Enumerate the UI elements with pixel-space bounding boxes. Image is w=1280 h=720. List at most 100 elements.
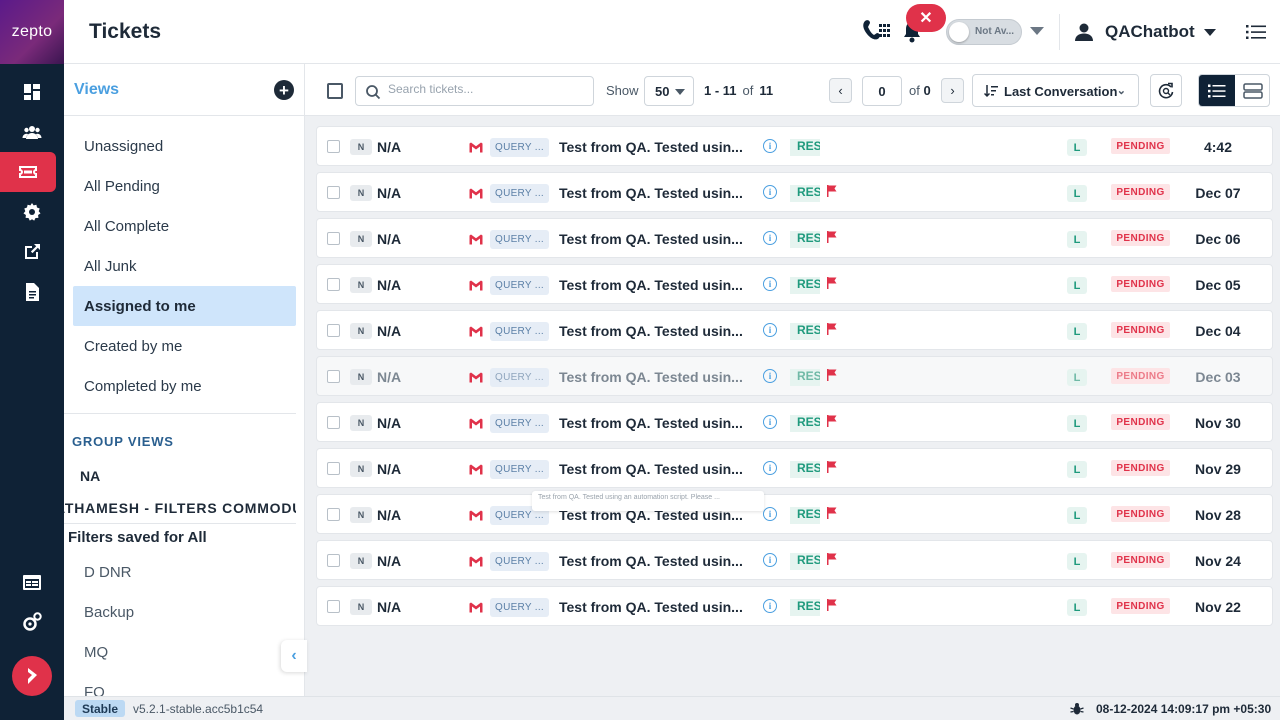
- table-row[interactable]: N N/A QUERY ... Test from QA. Tested usin..…: [316, 264, 1273, 304]
- calendar-icon[interactable]: [0, 562, 64, 602]
- users-icon[interactable]: [0, 112, 64, 152]
- ticket-subject[interactable]: Test from QA. Tested usin...: [559, 277, 743, 293]
- availability-toggle[interactable]: Not Av...: [946, 19, 1022, 45]
- brand-logo[interactable]: zepto: [0, 0, 64, 64]
- user-name[interactable]: QAChatbot: [1105, 22, 1195, 42]
- list-menu-icon[interactable]: [1246, 24, 1266, 45]
- next-page-button[interactable]: ›: [941, 78, 964, 103]
- info-icon[interactable]: i: [763, 231, 777, 245]
- row-checkbox[interactable]: [327, 462, 340, 475]
- ticket-subject[interactable]: Test from QA. Tested usin...: [559, 553, 743, 569]
- close-icon[interactable]: ✕: [906, 4, 946, 32]
- gmail-icon: [469, 232, 483, 250]
- row-checkbox[interactable]: [327, 186, 340, 199]
- row-checkbox[interactable]: [327, 232, 340, 245]
- collapse-sidebar-button[interactable]: ‹: [281, 640, 307, 672]
- info-icon[interactable]: i: [763, 461, 777, 475]
- dashboard-icon[interactable]: [0, 72, 64, 112]
- view-item-unassigned[interactable]: Unassigned: [73, 126, 296, 166]
- table-row[interactable]: N N/A QUERY ... Test from QA. Tested usin..…: [316, 310, 1273, 350]
- view-item-all-junk[interactable]: All Junk: [73, 246, 296, 286]
- group-view-filter-label: PRATHAMESH - FILTERS COMMODUI: [64, 500, 296, 516]
- divider: [64, 413, 296, 414]
- select-all-checkbox[interactable]: [327, 83, 343, 99]
- info-icon[interactable]: i: [763, 323, 777, 337]
- app-logo-icon[interactable]: [12, 656, 52, 696]
- phone-dialpad-icon[interactable]: [862, 18, 892, 51]
- tickets-icon[interactable]: [0, 152, 56, 192]
- of-label: of: [742, 83, 754, 98]
- ticket-subject[interactable]: Test from QA. Tested usin...: [559, 231, 743, 247]
- table-row[interactable]: N N/A QUERY ... Test from QA. Tested usin..…: [316, 172, 1273, 212]
- list-view-button[interactable]: [1199, 75, 1235, 106]
- info-icon[interactable]: i: [763, 415, 777, 429]
- saved-filter-item[interactable]: FQ: [84, 684, 105, 696]
- page-size-select[interactable]: 50: [644, 76, 694, 106]
- view-item-assigned-to-me[interactable]: Assigned to me: [73, 286, 296, 326]
- flag-icon: [827, 506, 837, 524]
- external-link-icon[interactable]: [0, 232, 64, 272]
- flag-icon: [827, 276, 837, 294]
- page-of: of 0: [909, 83, 931, 98]
- row-checkbox[interactable]: [327, 140, 340, 153]
- info-icon[interactable]: i: [763, 553, 777, 567]
- saved-filter-item[interactable]: Backup: [84, 604, 134, 621]
- table-row[interactable]: N N/A QUERY ... Test from QA. Tested usin..…: [316, 356, 1273, 396]
- group-view-filter[interactable]: PRATHAMESH - FILTERS COMMODUI: [64, 500, 296, 516]
- table-row[interactable]: N N/A QUERY ... Test from QA. Tested usin..…: [316, 448, 1273, 488]
- status-short-badge: RES: [790, 185, 820, 202]
- row-checkbox[interactable]: [327, 278, 340, 291]
- requester-name: N/A: [377, 599, 402, 615]
- settings-icon[interactable]: [0, 192, 64, 232]
- prev-page-button[interactable]: ‹: [829, 78, 852, 103]
- page-number-input[interactable]: 0: [862, 76, 902, 106]
- table-row[interactable]: N N/A QUERY ... Test from QA. Tested usin..…: [316, 494, 1273, 534]
- row-checkbox[interactable]: [327, 554, 340, 567]
- saved-filter-item[interactable]: D DNR: [84, 564, 132, 581]
- ticket-subject[interactable]: Test from QA. Tested usin...: [559, 461, 743, 477]
- add-view-button[interactable]: +: [274, 80, 294, 100]
- view-item-completed-by-me[interactable]: Completed by me: [73, 366, 296, 406]
- view-item-all-complete[interactable]: All Complete: [73, 206, 296, 246]
- ticket-subject[interactable]: Test from QA. Tested usin...: [559, 369, 743, 385]
- row-checkbox[interactable]: [327, 508, 340, 521]
- ticket-subject[interactable]: Test from QA. Tested usin...: [559, 139, 743, 155]
- info-icon[interactable]: i: [763, 507, 777, 521]
- row-checkbox[interactable]: [327, 324, 340, 337]
- info-icon[interactable]: i: [763, 277, 777, 291]
- status-badge: PENDING: [1111, 598, 1170, 614]
- info-icon[interactable]: i: [763, 599, 777, 613]
- table-row[interactable]: N N/A QUERY ... Test from QA. Tested usin..…: [316, 126, 1273, 166]
- user-menu-chevron-icon[interactable]: [1204, 29, 1216, 36]
- ticket-subject[interactable]: Test from QA. Tested usin...: [559, 323, 743, 339]
- config-icon[interactable]: [0, 602, 64, 642]
- filters-saved-title: Filters saved for All: [68, 529, 207, 546]
- table-row[interactable]: N N/A QUERY ... Test from QA. Tested usin..…: [316, 540, 1273, 580]
- table-row[interactable]: N N/A QUERY ... Test from QA. Tested usin..…: [316, 402, 1273, 442]
- ticket-subject[interactable]: Test from QA. Tested usin...: [559, 415, 743, 431]
- bug-icon[interactable]: [1070, 702, 1084, 720]
- subject-tooltip: Test from QA. Tested using an automation…: [532, 491, 764, 511]
- saved-filter-item[interactable]: MQ: [84, 644, 108, 661]
- sort-dropdown[interactable]: Last Conversation ⌄: [972, 74, 1139, 107]
- document-icon[interactable]: [0, 272, 64, 312]
- group-view-na[interactable]: NA: [80, 468, 100, 484]
- refresh-search-button[interactable]: [1150, 74, 1182, 107]
- info-icon[interactable]: i: [763, 139, 777, 153]
- row-checkbox[interactable]: [327, 370, 340, 383]
- view-item-all-pending[interactable]: All Pending: [73, 166, 296, 206]
- status-short-badge: RES: [790, 323, 820, 340]
- chevron-down-icon[interactable]: [1030, 27, 1044, 35]
- ticket-subject[interactable]: Test from QA. Tested usin...: [559, 185, 743, 201]
- view-item-created-by-me[interactable]: Created by me: [73, 326, 296, 366]
- row-checkbox[interactable]: [327, 600, 340, 613]
- info-icon[interactable]: i: [763, 369, 777, 383]
- search-input[interactable]: [388, 82, 588, 96]
- flag-icon: [827, 414, 837, 432]
- ticket-subject[interactable]: Test from QA. Tested usin...: [559, 599, 743, 615]
- table-row[interactable]: N N/A QUERY ... Test from QA. Tested usin..…: [316, 586, 1273, 626]
- info-icon[interactable]: i: [763, 185, 777, 199]
- row-checkbox[interactable]: [327, 416, 340, 429]
- card-view-button[interactable]: [1235, 75, 1269, 106]
- table-row[interactable]: N N/A QUERY ... Test from QA. Tested usin..…: [316, 218, 1273, 258]
